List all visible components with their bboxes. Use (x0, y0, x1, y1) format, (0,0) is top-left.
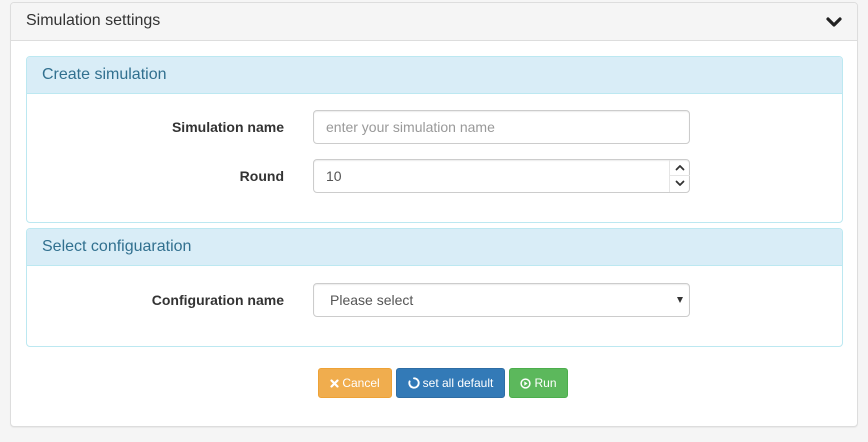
select-configuration-panel: Select configuaration Configuration name… (26, 228, 843, 347)
select-configuration-title: Select configuaration (42, 238, 192, 255)
caret-down-icon (677, 297, 683, 303)
panel-title: Simulation settings (26, 12, 161, 29)
simulation-name-input[interactable] (313, 110, 690, 144)
configuration-name-row: Configuration name Please select (27, 283, 842, 317)
round-input[interactable] (313, 159, 690, 193)
decrement-button[interactable] (670, 176, 690, 192)
create-simulation-title: Create simulation (42, 66, 167, 83)
cancel-button[interactable]: Cancel (318, 368, 392, 398)
simulation-name-label: Simulation name (171, 119, 284, 135)
close-icon (330, 378, 339, 388)
increment-button[interactable] (670, 160, 690, 176)
simulation-name-row: Simulation name (27, 110, 842, 144)
round-spinner (669, 160, 690, 192)
play-circle-icon (520, 377, 532, 389)
select-configuration-heading: Select configuaration (27, 229, 842, 266)
set-all-default-label: set all default (422, 376, 494, 390)
configuration-select[interactable]: Please select (313, 283, 690, 317)
configuration-selected-value: Please select (330, 292, 414, 308)
round-row: Round (27, 159, 842, 193)
cancel-label: Cancel (342, 376, 380, 390)
chevron-up-icon (675, 165, 685, 171)
settings-panel-heading[interactable]: Simulation settings (11, 3, 857, 41)
chevron-down-icon (675, 180, 685, 186)
round-stepper (313, 159, 690, 193)
configuration-name-label: Configuration name (151, 292, 284, 308)
run-button[interactable]: Run (509, 368, 568, 398)
run-label: Run (534, 376, 557, 390)
round-label: Round (239, 168, 284, 184)
set-all-default-button[interactable]: set all default (396, 368, 505, 398)
chevron-down-icon[interactable] (825, 13, 843, 31)
create-simulation-panel: Create simulation Simulation name Round (26, 56, 843, 223)
refresh-icon (408, 377, 420, 389)
simulation-settings-panel: Simulation settings Create simulation Si… (10, 2, 858, 427)
create-simulation-heading: Create simulation (27, 57, 842, 94)
